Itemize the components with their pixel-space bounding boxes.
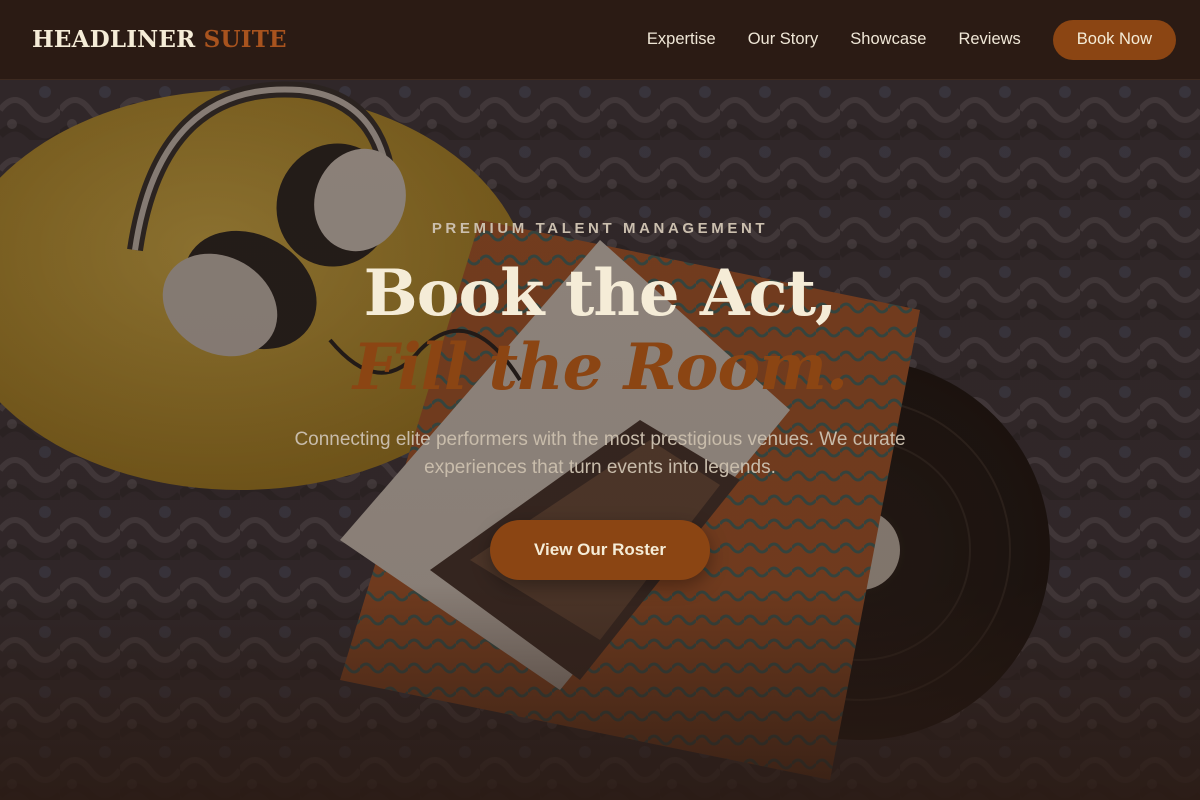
hero-headline-line1: Book the Act, (363, 256, 838, 331)
nav-link-our-story[interactable]: Our Story (748, 30, 819, 49)
nav-link-expertise[interactable]: Expertise (647, 30, 716, 49)
view-roster-button[interactable]: View Our Roster (490, 520, 710, 580)
book-now-button[interactable]: Book Now (1052, 19, 1176, 60)
site-header: HEADLINER SUITE Expertise Our Story Show… (0, 0, 1200, 80)
hero-content: PREMIUM TALENT MANAGEMENT Book the Act, … (0, 80, 1200, 800)
main-nav: Expertise Our Story Showcase Reviews Boo… (647, 19, 1176, 60)
brand-logo[interactable]: HEADLINER SUITE (32, 26, 287, 53)
logo-accent-text: SUITE (203, 26, 287, 53)
logo-main-text: HEADLINER (32, 26, 196, 53)
hero-subtitle: Connecting elite performers with the mos… (294, 429, 906, 478)
nav-link-showcase[interactable]: Showcase (850, 30, 926, 49)
nav-link-reviews[interactable]: Reviews (958, 30, 1020, 49)
hero-headline-line2: Fill the Room. (352, 330, 848, 405)
hero-section: PREMIUM TALENT MANAGEMENT Book the Act, … (0, 80, 1200, 800)
hero-eyebrow: PREMIUM TALENT MANAGEMENT (431, 220, 769, 237)
